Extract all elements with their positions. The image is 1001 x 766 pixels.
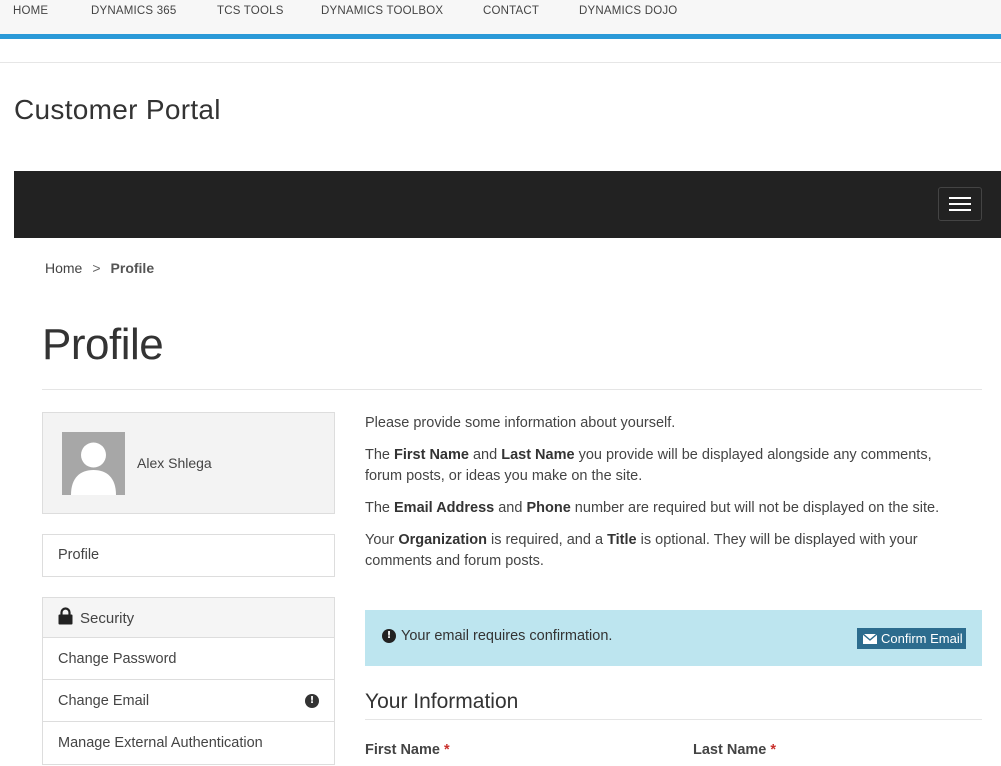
change-email-label: Change Email bbox=[58, 693, 150, 709]
breadcrumb-separator: > bbox=[92, 260, 101, 276]
profile-link[interactable]: Profile bbox=[43, 535, 334, 576]
nav-home[interactable]: HOME bbox=[13, 5, 48, 17]
change-password-link[interactable]: Change Password bbox=[43, 638, 334, 680]
avatar bbox=[62, 432, 125, 495]
confirm-email-button[interactable]: Confirm Email bbox=[857, 628, 966, 649]
manage-external-auth-link[interactable]: Manage External Authentication bbox=[43, 722, 334, 764]
profile-card: Alex Shlega bbox=[42, 412, 335, 514]
header-divider bbox=[0, 62, 1001, 63]
required-marker: * bbox=[443, 742, 450, 758]
security-header: Security bbox=[43, 598, 334, 638]
exclamation-circle-icon: ! bbox=[382, 629, 396, 643]
portal-title: Customer Portal bbox=[14, 94, 221, 125]
last-name-label: Last Name * bbox=[693, 742, 777, 758]
email-confirmation-alert: ! Your email requires confirmation. Conf… bbox=[365, 610, 982, 666]
nav-tcs-tools[interactable]: TCS TOOLS bbox=[217, 5, 284, 17]
alert-message: Your email requires confirmation. bbox=[401, 628, 613, 644]
menu-toggle-button[interactable] bbox=[938, 187, 982, 221]
breadcrumb-current: Profile bbox=[110, 260, 155, 276]
nav-dynamics-365[interactable]: DYNAMICS 365 bbox=[91, 5, 176, 17]
hamburger-icon bbox=[949, 197, 971, 199]
first-name-label: First Name * bbox=[365, 742, 450, 758]
section-divider bbox=[365, 719, 982, 720]
nav-dynamics-toolbox[interactable]: DYNAMICS TOOLBOX bbox=[321, 5, 443, 17]
confirm-email-label: Confirm Email bbox=[881, 631, 963, 646]
section-title: Your Information bbox=[365, 690, 519, 713]
nav-dynamics-dojo[interactable]: DYNAMICS DOJO bbox=[579, 5, 677, 17]
title-divider bbox=[42, 389, 982, 390]
required-marker: * bbox=[770, 742, 777, 758]
page-title: Profile bbox=[42, 320, 164, 369]
profile-nav: Profile bbox=[42, 534, 335, 577]
top-navigation: HOME DYNAMICS 365 TCS TOOLS DYNAMICS TOO… bbox=[0, 0, 1001, 39]
profile-instructions: Please provide some information about yo… bbox=[365, 413, 965, 583]
accent-bar bbox=[0, 34, 1001, 39]
intro-paragraph: Please provide some information about yo… bbox=[365, 415, 676, 431]
security-nav: Security Change Password Change Email ! … bbox=[42, 597, 335, 765]
breadcrumb: Home > Profile bbox=[45, 260, 154, 276]
envelope-icon bbox=[863, 634, 877, 644]
security-header-label: Security bbox=[80, 610, 135, 627]
profile-name: Alex Shlega bbox=[137, 455, 212, 471]
exclamation-circle-icon: ! bbox=[305, 694, 319, 708]
breadcrumb-home-link[interactable]: Home bbox=[45, 260, 82, 276]
site-navbar bbox=[14, 171, 1001, 238]
user-silhouette-icon bbox=[62, 432, 125, 495]
change-email-link[interactable]: Change Email ! bbox=[43, 680, 334, 722]
nav-contact[interactable]: CONTACT bbox=[483, 5, 539, 17]
intro-paragraph: The First Name and Last Name you provide… bbox=[365, 447, 932, 484]
intro-paragraph: The Email Address and Phone number are r… bbox=[365, 500, 940, 516]
lock-icon bbox=[58, 600, 73, 625]
intro-paragraph: Your Organization is required, and a Tit… bbox=[365, 532, 918, 569]
